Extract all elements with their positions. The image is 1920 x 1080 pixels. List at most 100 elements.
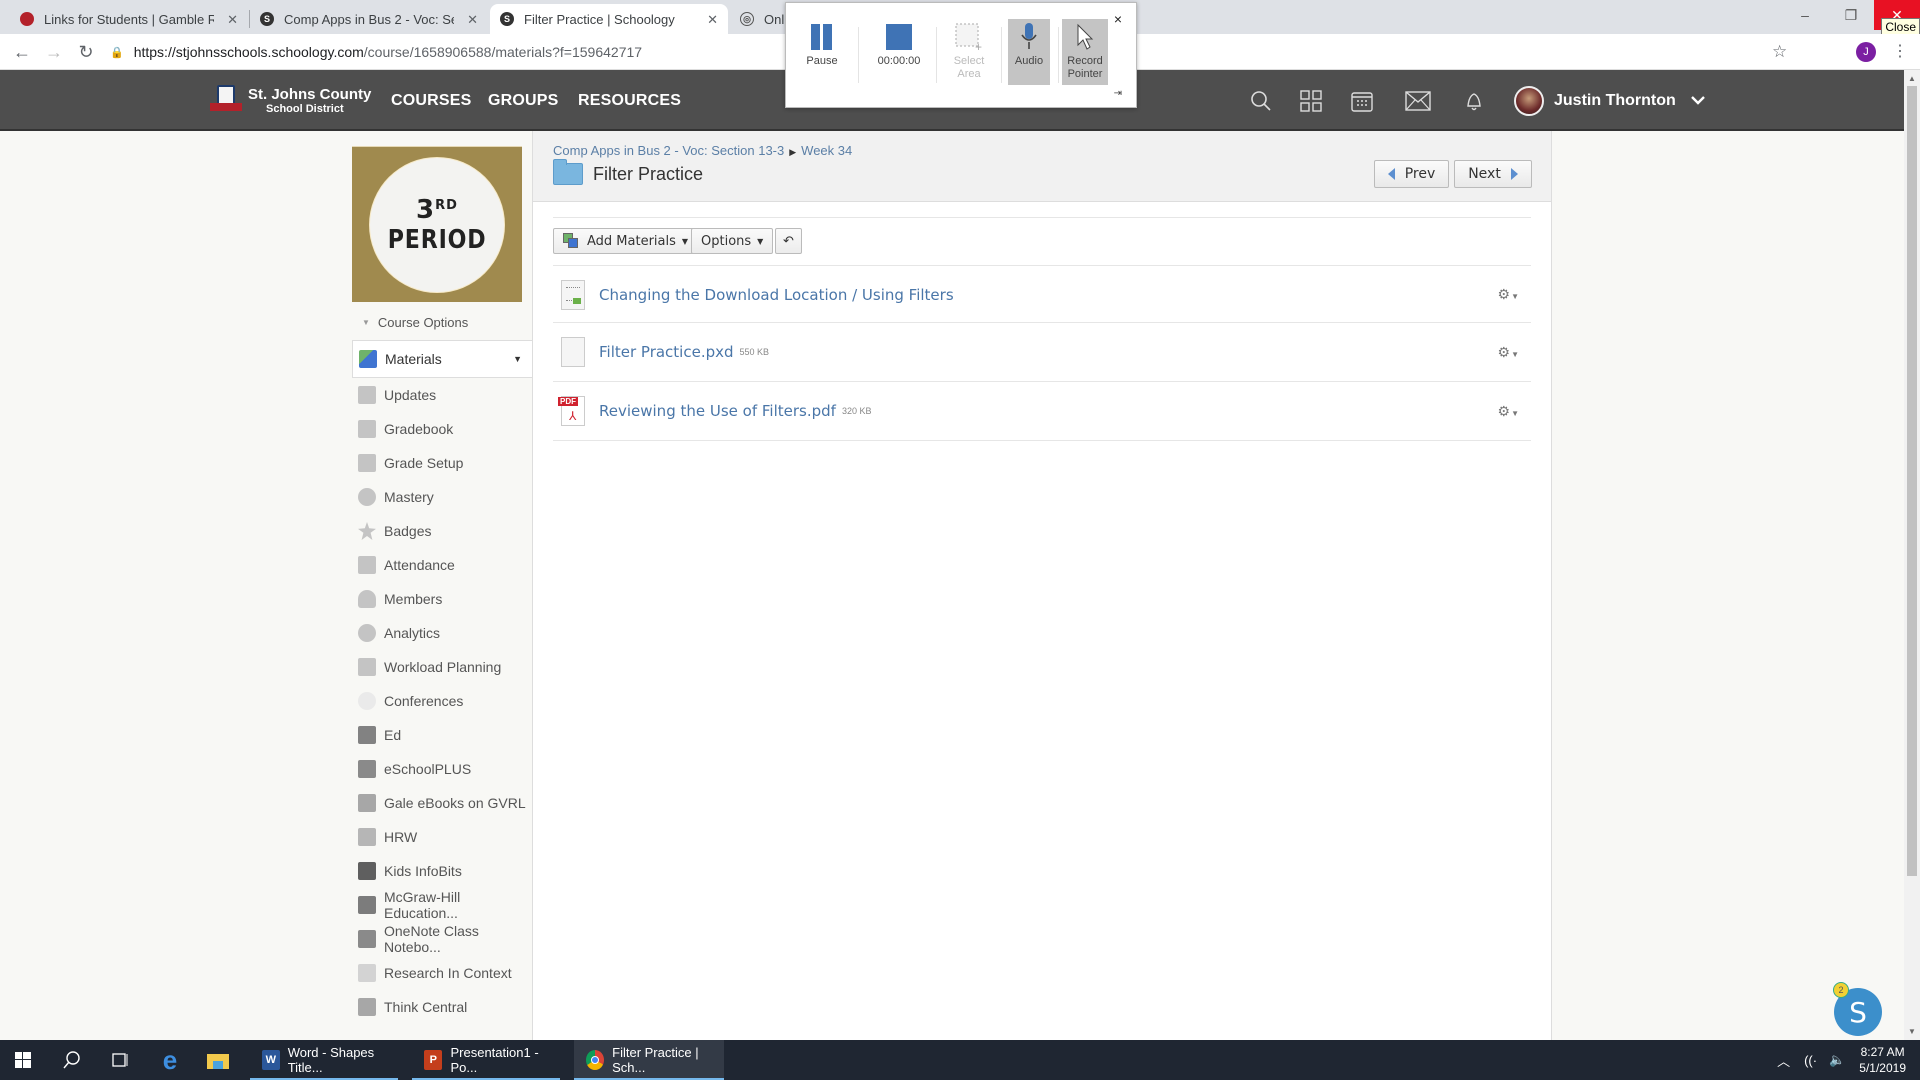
sidebar-item-think-central[interactable]: Think Central xyxy=(352,990,532,1024)
close-tab-icon[interactable]: ✕ xyxy=(467,12,478,28)
search-taskbar-icon[interactable] xyxy=(50,1040,94,1080)
close-tab-icon[interactable]: ✕ xyxy=(227,12,238,28)
file-explorer-icon[interactable] xyxy=(196,1040,240,1080)
scroll-down-arrow-icon[interactable]: ▼ xyxy=(1908,1027,1916,1036)
caret-down-icon[interactable]: ▼ xyxy=(513,354,522,364)
tab-comp-apps[interactable]: S Comp Apps in Bus 2 - Voc: Secti ✕ xyxy=(250,4,488,34)
wifi-icon[interactable]: ((· xyxy=(1804,1053,1817,1068)
search-icon[interactable] xyxy=(1248,88,1274,114)
scroll-up-arrow-icon[interactable]: ▲ xyxy=(1908,74,1916,83)
sidebar-item-mcgraw-hill[interactable]: McGraw-Hill Education... xyxy=(352,888,532,922)
material-row: Filter Practice.pxd 550 KB ⚙▼ xyxy=(553,323,1531,382)
sidebar-item-members[interactable]: Members xyxy=(352,582,532,616)
sidebar-item-grade-setup[interactable]: Grade Setup xyxy=(352,446,532,480)
close-recorder-icon[interactable]: × xyxy=(1114,11,1122,27)
undo-button[interactable]: ↶ xyxy=(775,228,802,254)
course-options-label: Course Options xyxy=(377,314,469,330)
options-button[interactable]: Options ▼ xyxy=(691,228,774,254)
taskbar-app-word[interactable]: W Word - Shapes Title... xyxy=(250,1040,398,1080)
sidebar-item-gale-ebooks[interactable]: Gale eBooks on GVRL xyxy=(352,786,532,820)
scrollbar-thumb[interactable] xyxy=(1907,86,1917,876)
sidebar-item-research-in-context[interactable]: Research In Context xyxy=(352,956,532,990)
course-options-toggle[interactable]: ▼ Course Options xyxy=(352,312,532,332)
sidebar-item-onenote[interactable]: OneNote Class Notebo... xyxy=(352,922,532,956)
tab-filter-practice[interactable]: S Filter Practice | Schoology ✕ xyxy=(490,4,728,34)
attendance-icon xyxy=(358,556,376,574)
sidebar-item-badges[interactable]: Badges xyxy=(352,514,532,548)
material-gear-menu[interactable]: ⚙▼ xyxy=(1497,403,1519,420)
calendar-icon[interactable] xyxy=(1349,88,1375,114)
sidebar-item-label: Kids InfoBits xyxy=(384,863,462,879)
tab-links-for-students[interactable]: Links for Students | Gamble Rog ✕ xyxy=(10,4,248,34)
sidebar-item-mastery[interactable]: Mastery xyxy=(352,480,532,514)
course-profile-image[interactable]: 3RD PERIOD xyxy=(352,146,522,302)
close-tab-icon[interactable]: ✕ xyxy=(707,12,718,28)
sidebar-item-updates[interactable]: Updates xyxy=(352,378,532,412)
select-area-button[interactable]: + Select Area xyxy=(941,19,997,85)
members-icon xyxy=(358,590,376,608)
breadcrumb-week-link[interactable]: Week 34 xyxy=(801,143,852,158)
material-gear-menu[interactable]: ⚙▼ xyxy=(1497,286,1519,303)
nav-groups[interactable]: GROUPS xyxy=(488,92,559,110)
tab-online[interactable]: ◎ Onli xyxy=(730,4,790,34)
nav-courses[interactable]: COURSES xyxy=(391,92,472,110)
pause-button[interactable]: Pause xyxy=(794,19,850,85)
bookmark-star-icon[interactable]: ☆ xyxy=(1772,42,1787,62)
forward-icon[interactable]: → xyxy=(44,42,64,63)
sidebar-item-workload-planning[interactable]: Workload Planning xyxy=(352,650,532,684)
breadcrumb: Comp Apps in Bus 2 - Voc: Section 13-3 ▶ W… xyxy=(553,143,852,158)
word-icon: W xyxy=(262,1050,280,1070)
analytics-icon xyxy=(358,624,376,642)
minimize-button[interactable]: – xyxy=(1782,0,1828,30)
sidebar-item-attendance[interactable]: Attendance xyxy=(352,548,532,582)
taskbar-app-chrome[interactable]: Filter Practice | Sch... xyxy=(574,1040,724,1080)
edge-browser-icon[interactable]: e xyxy=(148,1040,192,1080)
school-crest-icon xyxy=(20,12,34,26)
prev-button[interactable]: Prev xyxy=(1374,160,1449,188)
restore-button[interactable]: ❐ xyxy=(1828,0,1874,30)
clock[interactable]: 8:27 AM 5/1/2019 xyxy=(1859,1044,1906,1076)
start-button[interactable] xyxy=(0,1040,46,1080)
breadcrumb-course-link[interactable]: Comp Apps in Bus 2 - Voc: Section 13-3 xyxy=(553,143,784,158)
apps-grid-icon[interactable] xyxy=(1298,88,1324,114)
recording-timer: 00:00:00 xyxy=(877,55,921,67)
sidebar-item-kids-infobits[interactable]: Kids InfoBits xyxy=(352,854,532,888)
material-gear-menu[interactable]: ⚙▼ xyxy=(1497,344,1519,361)
sidebar-item-eschoolplus[interactable]: eSchoolPLUS xyxy=(352,752,532,786)
material-link[interactable]: Reviewing the Use of Filters.pdf xyxy=(599,402,836,420)
audio-toggle[interactable]: Audio xyxy=(1008,19,1050,85)
caret-down-icon: ▼ xyxy=(1511,292,1519,301)
sidebar-item-gradebook[interactable]: Gradebook xyxy=(352,412,532,446)
material-link[interactable]: Filter Practice.pxd xyxy=(599,343,734,361)
volume-icon[interactable]: 🔈 xyxy=(1829,1052,1845,1068)
browser-menu-icon[interactable]: ⋮ xyxy=(1892,41,1908,61)
district-logo[interactable]: St. Johns County School District xyxy=(210,85,371,117)
task-view-icon[interactable] xyxy=(98,1040,142,1080)
profile-avatar[interactable]: J xyxy=(1856,42,1876,62)
stop-button[interactable]: 00:00:00 xyxy=(864,19,934,85)
course-sidebar: 3RD PERIOD ▼ Course Options Materials ▼ … xyxy=(352,146,534,1016)
next-button[interactable]: Next xyxy=(1454,160,1532,188)
select-area-icon: + xyxy=(955,19,983,55)
taskbar-app-powerpoint[interactable]: P Presentation1 - Po... xyxy=(412,1040,560,1080)
arrow-right-icon xyxy=(1510,168,1518,180)
notifications-bell-icon[interactable] xyxy=(1461,88,1487,114)
windows-taskbar: e W Word - Shapes Title... P Presentatio… xyxy=(0,1040,1920,1080)
user-menu[interactable]: Justin Thornton xyxy=(1514,86,1706,116)
add-materials-button[interactable]: Add Materials ▼ xyxy=(553,228,699,254)
sidebar-item-conferences[interactable]: Conferences xyxy=(352,684,532,718)
record-pointer-toggle[interactable]: Record Pointer xyxy=(1062,19,1108,85)
back-icon[interactable]: ← xyxy=(12,42,32,63)
sidebar-item-materials[interactable]: Materials ▼ xyxy=(352,340,534,378)
pin-recorder-icon[interactable]: ⇥ xyxy=(1114,88,1122,99)
reload-icon[interactable]: ↻ xyxy=(76,42,96,63)
sidebar-item-hrw[interactable]: HRW xyxy=(352,820,532,854)
material-link[interactable]: Changing the Download Location / Using F… xyxy=(599,286,954,304)
sidebar-item-ed[interactable]: Ed xyxy=(352,718,532,752)
sidebar-item-label: Members xyxy=(384,591,443,607)
messages-icon[interactable] xyxy=(1405,88,1431,114)
page-scrollbar[interactable]: ▲ ▼ xyxy=(1904,70,1920,1040)
nav-resources[interactable]: RESOURCES xyxy=(578,92,681,110)
show-hidden-icons-icon[interactable]: ︿ xyxy=(1777,1051,1790,1070)
sidebar-item-analytics[interactable]: Analytics xyxy=(352,616,532,650)
